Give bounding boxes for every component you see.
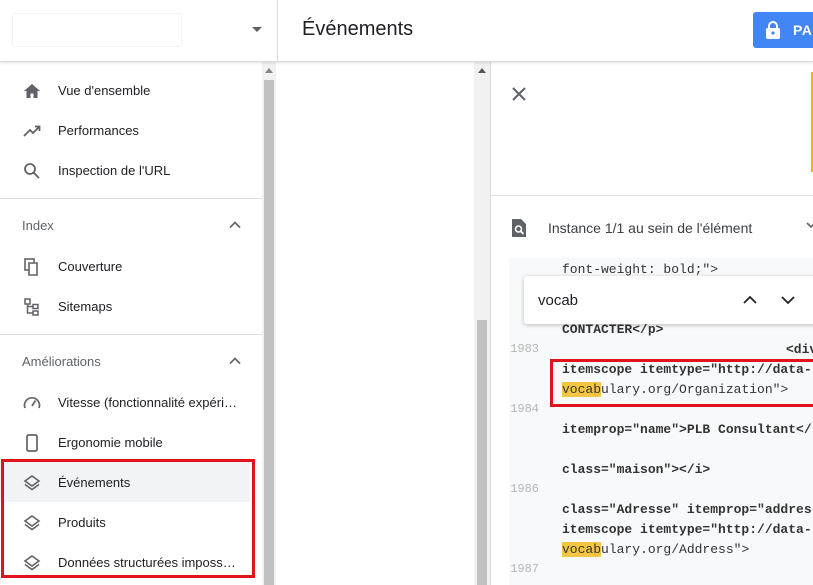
- top-bar: Événements PA: [0, 0, 813, 62]
- sidebar-item-label: Ergonomie mobile: [58, 435, 163, 450]
- code-text: vocabulary.org/Organization">: [562, 382, 789, 397]
- line-number: 1987: [510, 562, 539, 576]
- chevron-up-icon[interactable]: [228, 218, 242, 232]
- code-text: <div: [786, 342, 813, 357]
- home-icon: [24, 84, 40, 98]
- page-title: Événements: [302, 18, 414, 40]
- sidebar-item-speed[interactable]: Vitesse (fonctionnalité expérimentale): [0, 382, 250, 422]
- phone-icon: [26, 434, 38, 452]
- sidebar-item-label: Sitemaps: [58, 299, 113, 314]
- sidebar-item-url-inspection[interactable]: Inspection de l'URL: [0, 150, 250, 190]
- speed-icon: [23, 397, 41, 409]
- chevron-up-icon[interactable]: [740, 290, 760, 310]
- code-line: class="Adresse" itemprop="addres: [509, 502, 813, 522]
- sidebar-item-unparsable-structured-data[interactable]: Données structurées impossibles à analys…: [0, 542, 250, 582]
- scrollbar-thumb[interactable]: [264, 80, 274, 585]
- list-scrollbar[interactable]: [474, 62, 490, 585]
- code-text: CONTACTER</p>: [562, 322, 664, 337]
- code-line: 1983 <div: [509, 342, 813, 362]
- layers-icon: [23, 515, 41, 531]
- sidebar-divider: [0, 334, 262, 335]
- dropdown-caret-icon[interactable]: [252, 27, 262, 32]
- line-number: 1984: [510, 402, 539, 416]
- code-line: itemscope itemtype="http://data-: [509, 522, 813, 542]
- section-title: Index: [22, 218, 54, 233]
- code-text: vocabulary.org/Address">: [562, 542, 750, 557]
- chevron-down-icon[interactable]: [806, 220, 813, 230]
- page-search-icon: [512, 219, 526, 237]
- sidebar-item-label: Couverture: [58, 259, 123, 274]
- code-line: 1986: [509, 482, 813, 502]
- line-number: 1983: [510, 342, 539, 356]
- code-text: itemscope itemtype="http://data-: [562, 522, 812, 537]
- sidebar-item-label: Événements: [58, 475, 131, 490]
- search-match-highlight: vocab: [562, 542, 602, 557]
- close-icon[interactable]: [507, 82, 531, 106]
- property-selector[interactable]: [0, 0, 278, 62]
- sidebar-scrollbar[interactable]: [262, 62, 276, 585]
- sidebar-item-mobile-usability[interactable]: Ergonomie mobile: [0, 422, 250, 462]
- sidebar: Vue d'ensemble Performances Inspection d…: [0, 62, 262, 585]
- sidebar-divider: [0, 198, 262, 199]
- code-text: font-weight: bold;">: [562, 262, 719, 277]
- sidebar-item-performance[interactable]: Performances: [0, 110, 250, 150]
- code-text: class="maison"></i>: [562, 462, 711, 477]
- layers-icon: [23, 475, 41, 491]
- sidebar-item-label: Vitesse (fonctionnalité expérimentale): [58, 395, 238, 410]
- chevron-up-icon[interactable]: [228, 354, 242, 368]
- lock-icon: [766, 21, 780, 39]
- sidebar-item-coverage[interactable]: Couverture: [0, 246, 250, 286]
- code-line: CONTACTER</p>: [509, 322, 813, 342]
- scroll-up-arrow-icon[interactable]: [265, 68, 273, 73]
- code-text: itemscope itemtype="http://data-: [562, 362, 812, 377]
- events-list-panel: [276, 62, 490, 585]
- sidebar-item-overview[interactable]: Vue d'ensemble: [0, 70, 250, 110]
- search-match-highlight: vocab: [562, 382, 602, 397]
- premium-button-label: PA: [793, 22, 813, 38]
- code-line: vocabulary.org/Address">: [509, 542, 813, 562]
- sidebar-item-label: Vue d'ensemble: [58, 83, 151, 98]
- sidebar-item-sitemaps[interactable]: Sitemaps: [0, 286, 250, 326]
- section-header-index[interactable]: Index: [0, 210, 262, 242]
- copy-icon: [24, 258, 38, 276]
- layers-icon: [23, 555, 41, 571]
- sidebar-item-label: Données structurées impossibles à analys…: [58, 555, 238, 570]
- sidebar-item-label: Performances: [58, 123, 139, 138]
- chevron-down-icon[interactable]: [778, 290, 798, 310]
- scroll-up-arrow-icon[interactable]: [478, 68, 486, 73]
- code-line: vocabulary.org/Organization">: [509, 382, 813, 402]
- sitemap-icon: [24, 298, 39, 316]
- code-line: itemprop="name">PLB Consultant</: [509, 422, 813, 442]
- section-header-enhancements[interactable]: Améliorations: [0, 346, 262, 378]
- sidebar-item-products[interactable]: Produits: [0, 502, 250, 542]
- sidebar-item-label: Produits: [58, 515, 106, 530]
- code-line: 1984: [509, 402, 813, 422]
- code-text: itemprop="name">PLB Consultant</: [562, 422, 812, 437]
- sidebar-item-label: Inspection de l'URL: [58, 163, 171, 178]
- section-title: Améliorations: [22, 354, 101, 369]
- property-selector-value[interactable]: [12, 13, 182, 47]
- code-search-bar: [524, 276, 813, 324]
- scrollbar-thumb[interactable]: [477, 320, 487, 585]
- instance-row: Instance 1/1 au sein de l'élément: [491, 196, 813, 258]
- code-text: class="Adresse" itemprop="addres: [562, 502, 812, 517]
- code-search-input[interactable]: [538, 288, 718, 312]
- code-line: class="maison"></i>: [509, 462, 813, 482]
- trending-up-icon: [23, 125, 41, 137]
- code-line: itemscope itemtype="http://data-: [509, 362, 813, 382]
- sidebar-item-events[interactable]: Événements: [0, 462, 250, 502]
- instance-text: Instance 1/1 au sein de l'élément: [548, 220, 753, 236]
- code-line: 1987: [509, 562, 813, 582]
- search-icon: [24, 163, 40, 179]
- premium-button[interactable]: PA: [753, 12, 813, 48]
- line-number: 1986: [510, 482, 539, 496]
